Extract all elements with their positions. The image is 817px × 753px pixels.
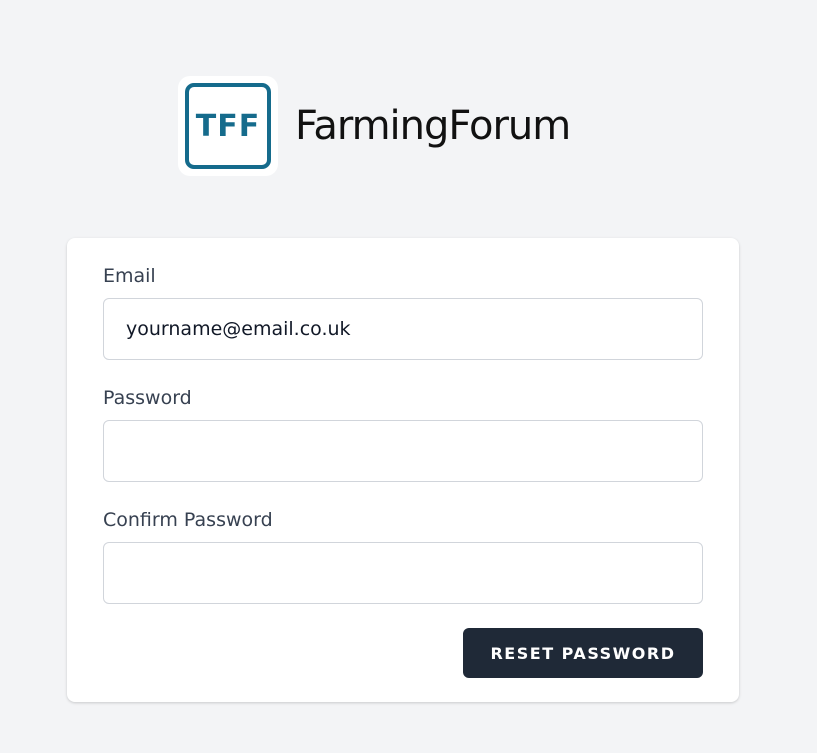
password-label: Password [103,387,192,409]
brand-logo[interactable]: TFF FarmingForum [178,76,571,176]
email-label: Email [103,265,156,287]
reset-password-page: TFF FarmingForum Email Password Confirm … [0,0,817,753]
reset-password-form: Email Password Confirm Password RESET PA… [67,238,739,702]
logo-mark-icon: TFF [178,76,278,176]
reset-password-button[interactable]: RESET PASSWORD [463,628,703,678]
confirm-password-label: Confirm Password [103,509,273,531]
logo-mark-text: TFF [185,83,271,169]
confirm-password-input[interactable] [103,542,703,604]
password-input[interactable] [103,420,703,482]
email-input[interactable] [103,298,703,360]
brand-name: FarmingForum [295,103,571,149]
